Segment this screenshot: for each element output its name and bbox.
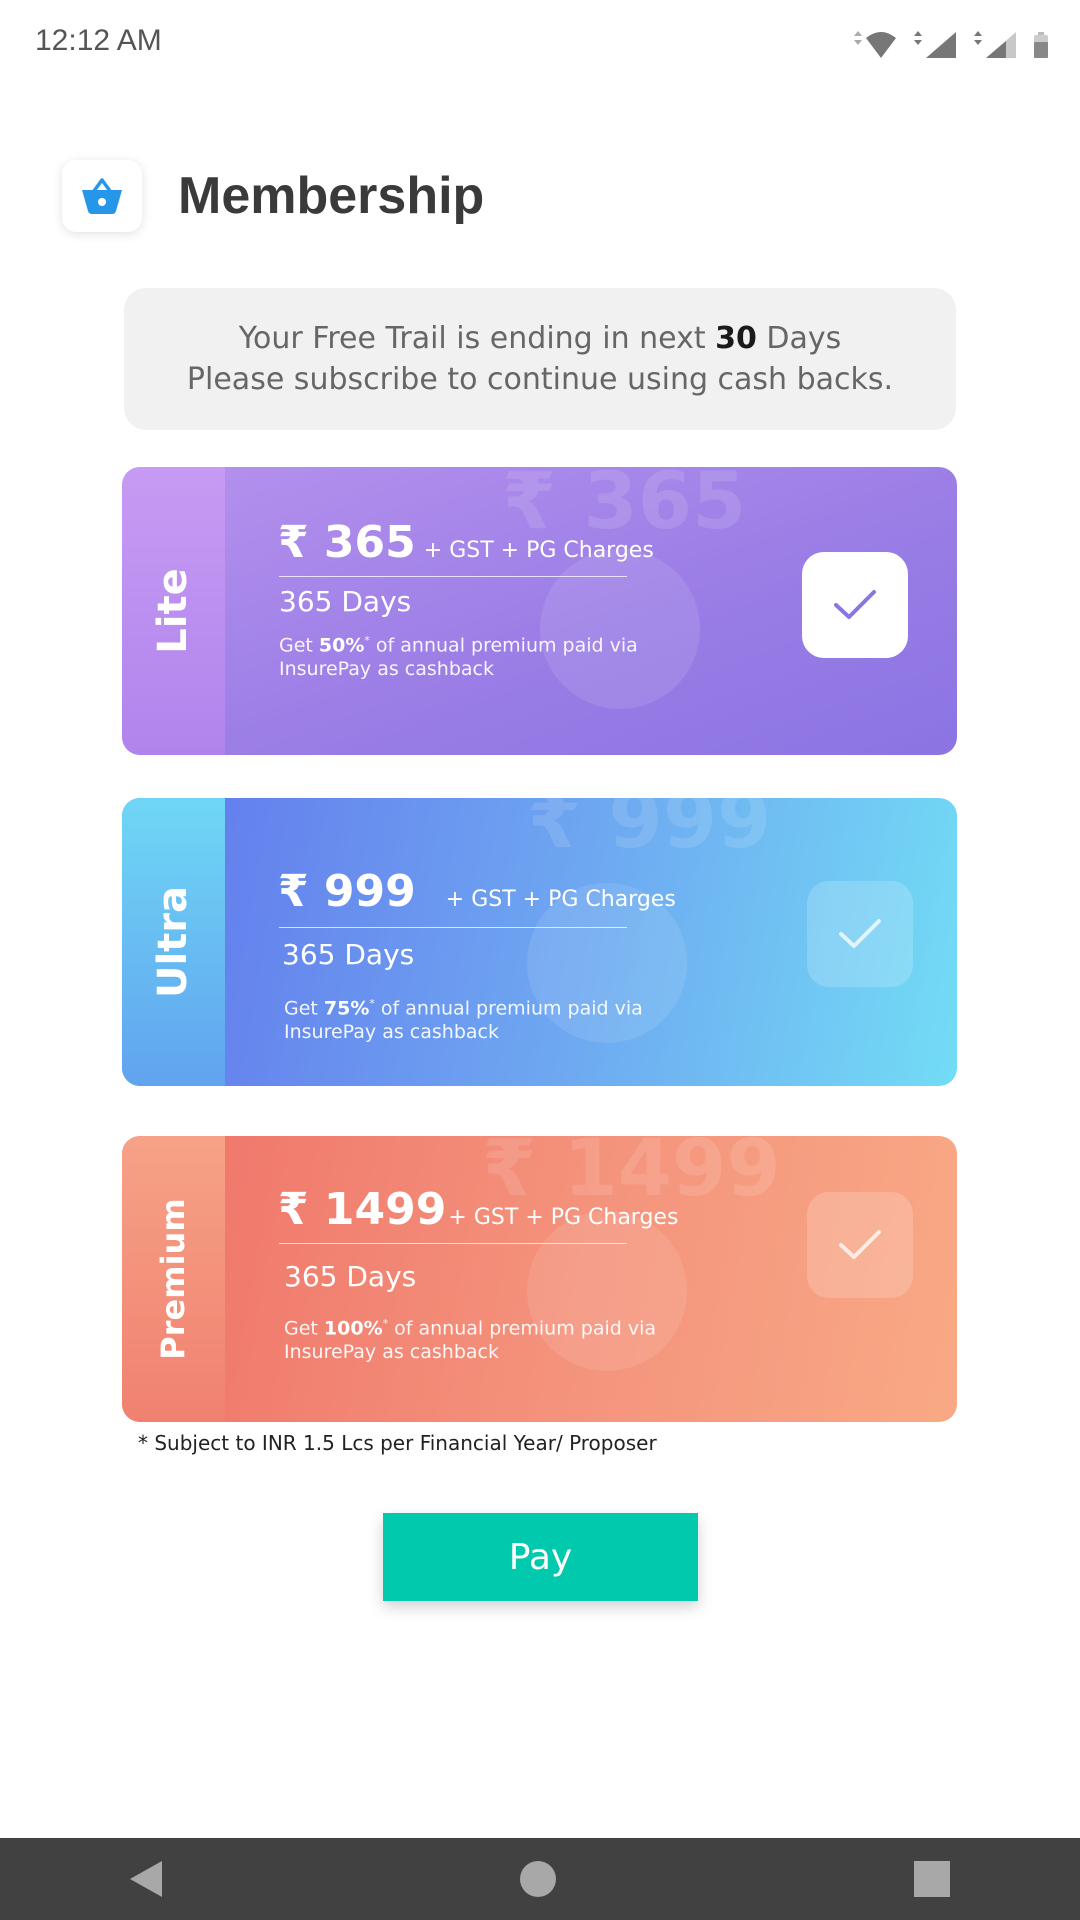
battery-icon xyxy=(1034,32,1048,58)
plan-card-lite[interactable]: ₹ 365 Lite ₹ 365 + GST + PG Charges 365 … xyxy=(122,467,957,755)
signal-icon xyxy=(914,31,956,58)
plan-card-premium[interactable]: ₹ 1499 Premium ₹ 1499 + GST + PG Charges… xyxy=(122,1136,957,1422)
plan-name: Premium xyxy=(154,1198,192,1360)
plan-side-tab: Lite xyxy=(122,467,225,755)
plan-description: Get 100%* of annual premium paid via Ins… xyxy=(284,1312,664,1364)
status-icons xyxy=(850,30,1050,60)
wifi-icon xyxy=(854,31,896,58)
system-nav-bar xyxy=(0,1838,1080,1920)
price-row: ₹ 365 + GST + PG Charges xyxy=(278,517,654,568)
plan-duration: 365 Days xyxy=(279,585,412,618)
plan-charges: + GST + PG Charges xyxy=(448,1205,679,1230)
plan-select-checkbox[interactable] xyxy=(807,881,913,987)
divider xyxy=(279,576,627,577)
plan-duration: 365 Days xyxy=(282,938,415,971)
trial-days-count: 30 xyxy=(715,321,757,356)
back-icon xyxy=(130,1861,162,1897)
app-logo xyxy=(62,160,142,232)
cashback-percent: 50% xyxy=(318,634,365,657)
plan-select-checkbox[interactable] xyxy=(807,1192,913,1298)
nav-back-button[interactable] xyxy=(110,1838,182,1920)
status-bar: 12:12 AM xyxy=(0,0,1080,88)
checkmark-icon xyxy=(839,1230,881,1259)
plan-side-tab: Ultra xyxy=(122,798,225,1086)
terms-footnote: * Subject to INR 1.5 Lcs per Financial Y… xyxy=(138,1431,657,1455)
desc-text: Get xyxy=(284,1317,324,1340)
plan-select-checkbox[interactable] xyxy=(802,552,908,658)
plan-name: Ultra xyxy=(150,885,196,999)
page-title: Membership xyxy=(178,167,485,225)
trial-notice: Your Free Trail is ending in next 30 Day… xyxy=(124,288,956,430)
notice-text: Days xyxy=(756,321,842,356)
basket-icon xyxy=(82,178,122,214)
plan-description: Get 50%* of annual premium paid via Insu… xyxy=(279,629,659,681)
plan-name: Lite xyxy=(150,568,196,654)
desc-text: Get xyxy=(284,997,324,1020)
plan-price: ₹ 1499 xyxy=(278,1184,447,1235)
recents-icon xyxy=(914,1861,950,1897)
plan-card-ultra[interactable]: ₹ 999 Ultra ₹ 999 + GST + PG Charges 365… xyxy=(122,798,957,1086)
desc-text: Get xyxy=(279,634,319,657)
cashback-percent: 100% xyxy=(323,1317,383,1340)
plan-charges: + GST + PG Charges xyxy=(445,887,676,912)
home-icon xyxy=(520,1861,556,1897)
divider xyxy=(279,927,627,928)
pay-button[interactable]: Pay xyxy=(383,1513,698,1601)
plan-side-tab: Premium xyxy=(122,1136,225,1422)
cashback-percent: 75% xyxy=(323,997,370,1020)
checkmark-icon xyxy=(834,590,876,619)
signal-icon xyxy=(974,31,1016,58)
trial-notice-line1: Your Free Trail is ending in next 30 Day… xyxy=(124,318,956,359)
status-time: 12:12 AM xyxy=(35,24,162,57)
page-header: Membership xyxy=(62,160,484,232)
notice-text: Your Free Trail is ending in next xyxy=(238,321,716,356)
plan-description: Get 75%* of annual premium paid via Insu… xyxy=(284,992,664,1044)
plan-charges: + GST + PG Charges xyxy=(423,538,654,563)
plan-price: ₹ 999 xyxy=(278,866,416,917)
nav-recents-button[interactable] xyxy=(894,1838,970,1920)
nav-home-button[interactable] xyxy=(500,1838,576,1920)
price-row: ₹ 999 + GST + PG Charges xyxy=(278,866,676,917)
price-row: ₹ 1499 + GST + PG Charges xyxy=(278,1184,678,1235)
checkmark-icon xyxy=(839,919,881,948)
plan-price: ₹ 365 xyxy=(278,517,416,568)
plan-duration: 365 Days xyxy=(284,1260,417,1293)
divider xyxy=(279,1243,627,1244)
trial-notice-line2: Please subscribe to continue using cash … xyxy=(186,362,894,397)
price-watermark: ₹ 999 xyxy=(527,798,772,866)
